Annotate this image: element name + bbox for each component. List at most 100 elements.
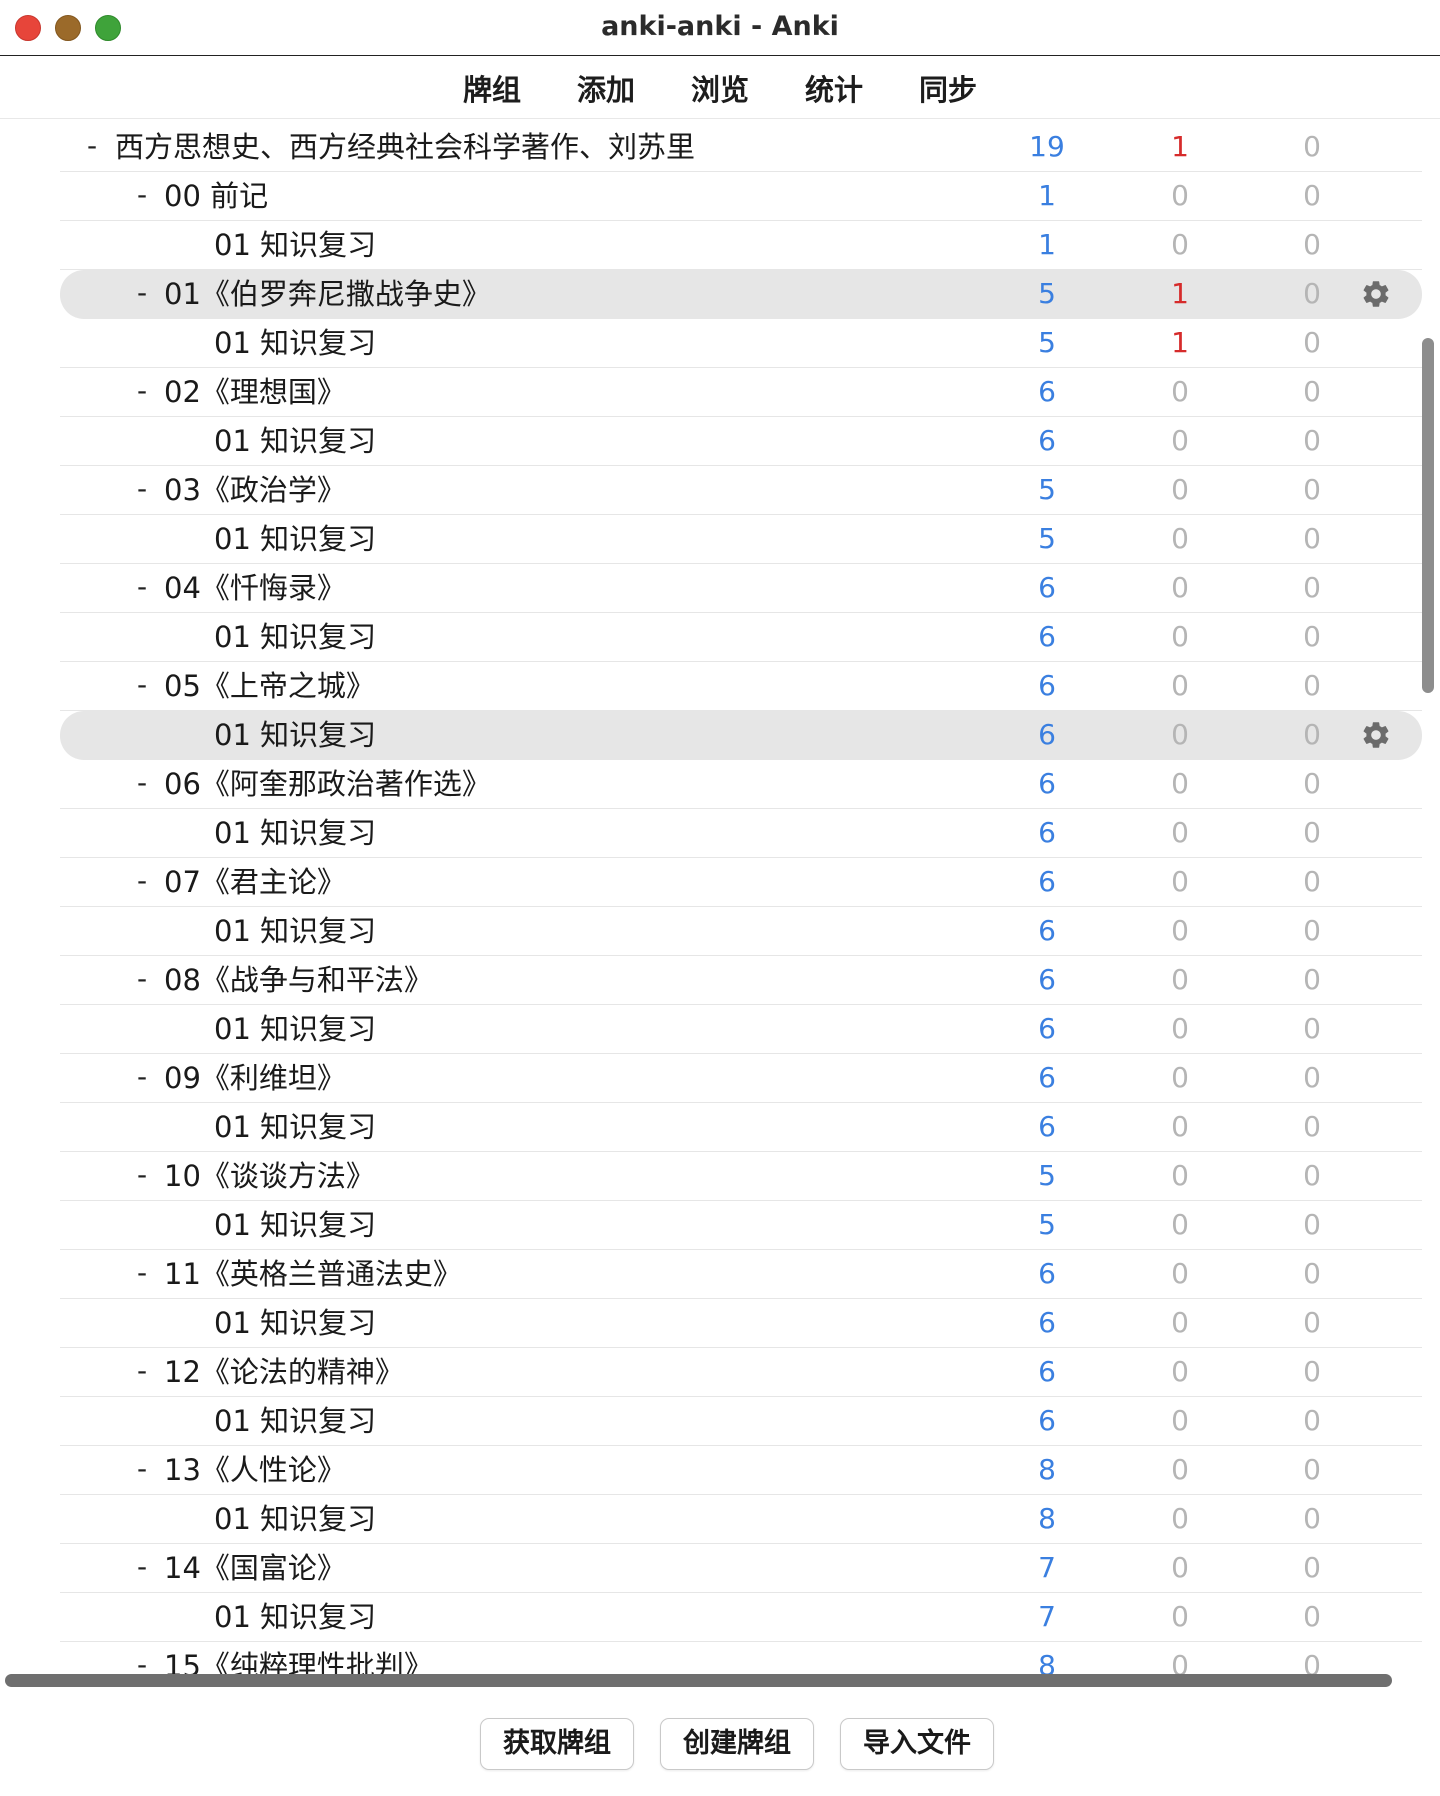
deck-name-link[interactable]: 01 知识复习: [214, 711, 376, 759]
deck-row[interactable]: 01 知识复习 6 0 0: [60, 809, 1422, 858]
deck-row[interactable]: 01 知识复习 1 0 0: [60, 221, 1422, 270]
horizontal-scrollbar[interactable]: [5, 1674, 1392, 1687]
collapse-toggle[interactable]: -: [132, 662, 152, 710]
deck-name-link[interactable]: 01 知识复习: [214, 1201, 376, 1249]
get-shared-button[interactable]: 获取牌组: [480, 1718, 634, 1770]
deck-row[interactable]: -07《君主论》 6 0 0: [60, 858, 1422, 907]
deck-name-link[interactable]: 11《英格兰普通法史》: [164, 1250, 462, 1298]
deck-name-link[interactable]: 05《上帝之城》: [164, 662, 375, 710]
vertical-scrollbar[interactable]: [1422, 338, 1434, 693]
toolbar-add-link[interactable]: 添加: [549, 67, 663, 109]
deck-name-link[interactable]: 08《战争与和平法》: [164, 956, 433, 1004]
collapse-toggle[interactable]: -: [132, 858, 152, 906]
deck-name-link[interactable]: 01 知识复习: [214, 221, 376, 269]
deck-name-link[interactable]: 03《政治学》: [164, 466, 346, 514]
deck-name-link[interactable]: 01 知识复习: [214, 1299, 376, 1347]
learn-count: 0: [1171, 1208, 1189, 1241]
toolbar-browse-link[interactable]: 浏览: [663, 67, 777, 109]
deck-name-link[interactable]: 01 知识复习: [214, 809, 376, 857]
deck-name-link[interactable]: 02《理想国》: [164, 368, 346, 416]
gear-icon[interactable]: [1360, 719, 1392, 751]
deck-row[interactable]: 01 知识复习 8 0 0: [60, 1495, 1422, 1544]
deck-name-link[interactable]: 西方思想史、西方经典社会科学著作、刘苏里: [115, 123, 695, 171]
deck-row[interactable]: -01《伯罗奔尼撒战争史》 5 1 0: [60, 270, 1422, 319]
deck-name-link[interactable]: 13《人性论》: [164, 1446, 346, 1494]
deck-name-link[interactable]: 15《纯粹理性批判》: [164, 1642, 433, 1675]
deck-name-link[interactable]: 12《论法的精神》: [164, 1348, 404, 1396]
deck-row[interactable]: 01 知识复习 6 0 0: [60, 417, 1422, 466]
collapse-toggle[interactable]: -: [132, 1544, 152, 1592]
deck-row[interactable]: -11《英格兰普通法史》 6 0 0: [60, 1250, 1422, 1299]
deck-row[interactable]: 01 知识复习 6 0 0: [60, 907, 1422, 956]
gear-icon[interactable]: [1360, 278, 1392, 310]
collapse-toggle[interactable]: -: [132, 1250, 152, 1298]
deck-row[interactable]: -05《上帝之城》 6 0 0: [60, 662, 1422, 711]
deck-name-link[interactable]: 01 知识复习: [214, 319, 376, 367]
deck-row[interactable]: - 西方思想史、西方经典社会科学著作、刘苏里 19 1 0: [60, 123, 1422, 172]
collapse-toggle[interactable]: -: [132, 1642, 152, 1675]
collapse-toggle[interactable]: -: [132, 760, 152, 808]
deck-name-link[interactable]: 01 知识复习: [214, 1005, 376, 1053]
collapse-toggle[interactable]: -: [132, 956, 152, 1004]
deck-row[interactable]: -04《忏悔录》 6 0 0: [60, 564, 1422, 613]
deck-row[interactable]: -06《阿奎那政治著作选》 6 0 0: [60, 760, 1422, 809]
deck-row[interactable]: -03《政治学》 5 0 0: [60, 466, 1422, 515]
deck-name-link[interactable]: 10《谈谈方法》: [164, 1152, 375, 1200]
toolbar-sync-link[interactable]: 同步: [891, 67, 1005, 109]
learn-count: 0: [1171, 1600, 1189, 1633]
deck-name-link[interactable]: 01 知识复习: [214, 1593, 376, 1641]
import-file-button[interactable]: 导入文件: [840, 1718, 994, 1770]
deck-row[interactable]: -02《理想国》 6 0 0: [60, 368, 1422, 417]
deck-row[interactable]: -15《纯粹理性批判》 8 0 0: [60, 1642, 1422, 1675]
deck-row[interactable]: -13《人性论》 8 0 0: [60, 1446, 1422, 1495]
toolbar-decks-link[interactable]: 牌组: [435, 67, 549, 109]
new-count: 1: [1038, 179, 1056, 212]
collapse-toggle[interactable]: -: [132, 270, 152, 318]
collapse-toggle[interactable]: -: [132, 1446, 152, 1494]
deck-name-link[interactable]: 01 知识复习: [214, 1495, 376, 1543]
deck-name-link[interactable]: 09《利维坦》: [164, 1054, 346, 1102]
deck-row[interactable]: 01 知识复习 5 1 0: [60, 319, 1422, 368]
deck-row[interactable]: -14《国富论》 7 0 0: [60, 1544, 1422, 1593]
learn-count: 0: [1171, 816, 1189, 849]
deck-row[interactable]: 01 知识复习 5 0 0: [60, 515, 1422, 564]
deck-row[interactable]: 01 知识复习 6 0 0: [60, 711, 1422, 760]
collapse-toggle[interactable]: -: [132, 1348, 152, 1396]
deck-row[interactable]: -12《论法的精神》 6 0 0: [60, 1348, 1422, 1397]
deck-name-link[interactable]: 07《君主论》: [164, 858, 346, 906]
deck-name-link[interactable]: 01 知识复习: [214, 417, 376, 465]
deck-name-link[interactable]: 14《国富论》: [164, 1544, 346, 1592]
collapse-toggle[interactable]: -: [132, 564, 152, 612]
deck-row[interactable]: 01 知识复习 6 0 0: [60, 1299, 1422, 1348]
learn-count: 0: [1171, 228, 1189, 261]
deck-row[interactable]: 01 知识复习 6 0 0: [60, 1103, 1422, 1152]
collapse-toggle[interactable]: -: [132, 368, 152, 416]
deck-row[interactable]: -08《战争与和平法》 6 0 0: [60, 956, 1422, 1005]
deck-name-link[interactable]: 01 知识复习: [214, 515, 376, 563]
deck-name-link[interactable]: 01 知识复习: [214, 907, 376, 955]
learn-count: 0: [1171, 865, 1189, 898]
learn-count: 0: [1171, 1306, 1189, 1339]
deck-row[interactable]: 01 知识复习 5 0 0: [60, 1201, 1422, 1250]
deck-name-link[interactable]: 01 知识复习: [214, 613, 376, 661]
collapse-toggle[interactable]: -: [132, 1054, 152, 1102]
deck-row[interactable]: 01 知识复习 6 0 0: [60, 1005, 1422, 1054]
deck-row[interactable]: -00 前记 1 0 0: [60, 172, 1422, 221]
deck-row[interactable]: 01 知识复习 6 0 0: [60, 1397, 1422, 1446]
toolbar-stats-link[interactable]: 统计: [777, 67, 891, 109]
deck-row[interactable]: -09《利维坦》 6 0 0: [60, 1054, 1422, 1103]
collapse-toggle[interactable]: -: [132, 172, 152, 220]
deck-name-link[interactable]: 01《伯罗奔尼撒战争史》: [164, 270, 491, 318]
create-deck-button[interactable]: 创建牌组: [660, 1718, 814, 1770]
deck-name-link[interactable]: 01 知识复习: [214, 1397, 376, 1445]
deck-name-link[interactable]: 01 知识复习: [214, 1103, 376, 1151]
deck-name-link[interactable]: 04《忏悔录》: [164, 564, 346, 612]
collapse-toggle[interactable]: -: [132, 466, 152, 514]
deck-row[interactable]: 01 知识复习 6 0 0: [60, 613, 1422, 662]
deck-row[interactable]: 01 知识复习 7 0 0: [60, 1593, 1422, 1642]
deck-row[interactable]: -10《谈谈方法》 5 0 0: [60, 1152, 1422, 1201]
deck-name-link[interactable]: 00 前记: [164, 172, 268, 220]
collapse-toggle[interactable]: -: [132, 1152, 152, 1200]
collapse-toggle[interactable]: -: [82, 123, 102, 171]
deck-name-link[interactable]: 06《阿奎那政治著作选》: [164, 760, 491, 808]
